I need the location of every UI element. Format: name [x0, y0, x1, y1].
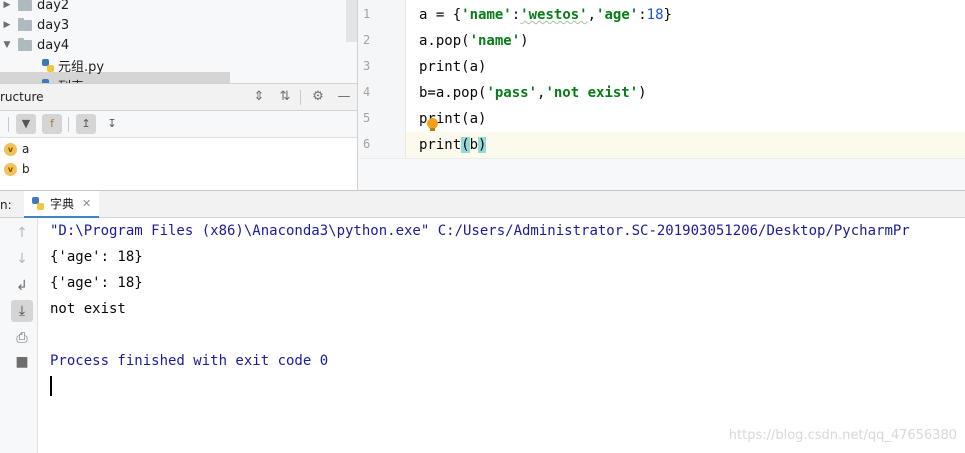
- tree-item-file[interactable]: 元组.py: [42, 55, 104, 75]
- variable-icon: v: [4, 162, 17, 176]
- line-number: 1: [363, 7, 371, 21]
- tree-item-label: 列表: [58, 76, 84, 84]
- code-editor[interactable]: 1 2 3 4 5 6 a = {'name':'westos','age':1…: [358, 0, 965, 190]
- run-tab-label: 字典: [50, 197, 75, 211]
- collapse-all-icon[interactable]: ⇅: [276, 88, 294, 106]
- python-file-icon: [42, 58, 54, 72]
- tree-item-day2[interactable]: ▶ day2: [2, 0, 69, 15]
- structure-list: v a v b: [0, 138, 357, 190]
- lightbulb-base: [430, 128, 435, 131]
- arrow-down-icon[interactable]: ↓: [11, 248, 33, 270]
- run-tab[interactable]: 字典 ✕: [24, 191, 100, 219]
- console-output-line: {'age': 18}: [50, 275, 143, 291]
- scroll-to-end-icon[interactable]: ⤓: [11, 300, 33, 322]
- tree-item-day3[interactable]: ▶ day3: [2, 15, 69, 35]
- separator: [68, 117, 69, 132]
- editor-empty-area: [358, 158, 965, 190]
- minimize-icon[interactable]: —: [335, 88, 353, 106]
- expand-all-icon[interactable]: ⇕: [250, 88, 268, 106]
- print-icon[interactable]: ⎙: [11, 327, 33, 349]
- line-number: 3: [363, 59, 371, 73]
- console-output-line: {'age': 18}: [50, 249, 143, 265]
- structure-title: ructure: [0, 90, 44, 104]
- structure-item-a[interactable]: v a: [4, 140, 29, 158]
- fields-icon[interactable]: f: [42, 114, 62, 134]
- separator: [300, 90, 301, 105]
- code-line-2[interactable]: a.pop('name'): [419, 28, 529, 54]
- code-line-6[interactable]: print(b): [419, 132, 487, 158]
- navigate-down-icon[interactable]: ↧: [102, 114, 122, 134]
- variable-icon: v: [4, 142, 17, 156]
- line-number: 5: [363, 111, 371, 125]
- console-output[interactable]: "D:\Program Files (x86)\Anaconda3\python…: [38, 218, 965, 453]
- chevron-right-icon[interactable]: ▶: [2, 0, 12, 10]
- chevron-right-icon[interactable]: ▶: [2, 20, 12, 30]
- trash-icon[interactable]: ■: [11, 351, 33, 373]
- tree-item-label: day2: [37, 0, 70, 13]
- soft-wrap-icon[interactable]: ↲: [11, 275, 33, 297]
- project-tree: ▶ day2 ▶ day3 ▼ day4 元组.py 列表: [0, 0, 357, 83]
- console-exit-message: Process finished with exit code 0: [50, 353, 329, 369]
- sort-icon[interactable]: ▼: [16, 114, 36, 134]
- arrow-up-icon[interactable]: ↑: [11, 222, 33, 244]
- watermark: https://blog.csdn.net/qq_47656380: [728, 428, 957, 443]
- separator: [8, 117, 9, 132]
- structure-item-label: b: [22, 162, 30, 176]
- folder-icon: [18, 37, 32, 51]
- tree-scrollbar[interactable]: [346, 0, 357, 42]
- structure-header: ructure ⇕ ⇅ ⚙ —: [0, 83, 357, 111]
- structure-item-b[interactable]: v b: [4, 160, 30, 178]
- code-line-3[interactable]: print(a): [419, 54, 486, 80]
- tree-item-label: 元组.py: [58, 59, 105, 75]
- tree-item-label: day3: [37, 17, 70, 33]
- tree-item-label: day4: [37, 37, 70, 53]
- close-icon[interactable]: ✕: [82, 197, 91, 210]
- structure-toolbar: ▼ f ↥ ↧: [0, 111, 357, 138]
- code-line-4[interactable]: b=a.pop('pass','not exist'): [419, 80, 647, 106]
- line-number: 2: [363, 33, 371, 47]
- selected-row-highlight: [0, 72, 230, 83]
- folder-icon: [18, 0, 32, 11]
- run-sidebar: ↑ ↓ ↲ ⤓ ⎙ ■: [0, 218, 38, 453]
- line-number: 6: [363, 137, 371, 151]
- python-file-icon: [32, 197, 44, 210]
- gear-icon[interactable]: ⚙: [309, 88, 327, 106]
- run-header: n: 字典 ✕: [0, 190, 965, 219]
- console-command-line: "D:\Program Files (x86)\Anaconda3\python…: [50, 223, 910, 239]
- structure-item-label: a: [22, 142, 30, 156]
- line-number: 4: [363, 85, 371, 99]
- tree-item-file[interactable]: 列表: [42, 75, 84, 83]
- console-output-line: not exist: [50, 301, 126, 317]
- folder-icon: [18, 17, 32, 31]
- run-label: n:: [0, 198, 12, 212]
- chevron-down-icon[interactable]: ▼: [2, 40, 12, 50]
- code-line-1[interactable]: a = {'name':'westos','age':18}: [419, 2, 672, 28]
- navigate-up-icon[interactable]: ↥: [76, 114, 96, 134]
- text-caret: [50, 376, 52, 396]
- tree-item-day4[interactable]: ▼ day4: [2, 35, 69, 55]
